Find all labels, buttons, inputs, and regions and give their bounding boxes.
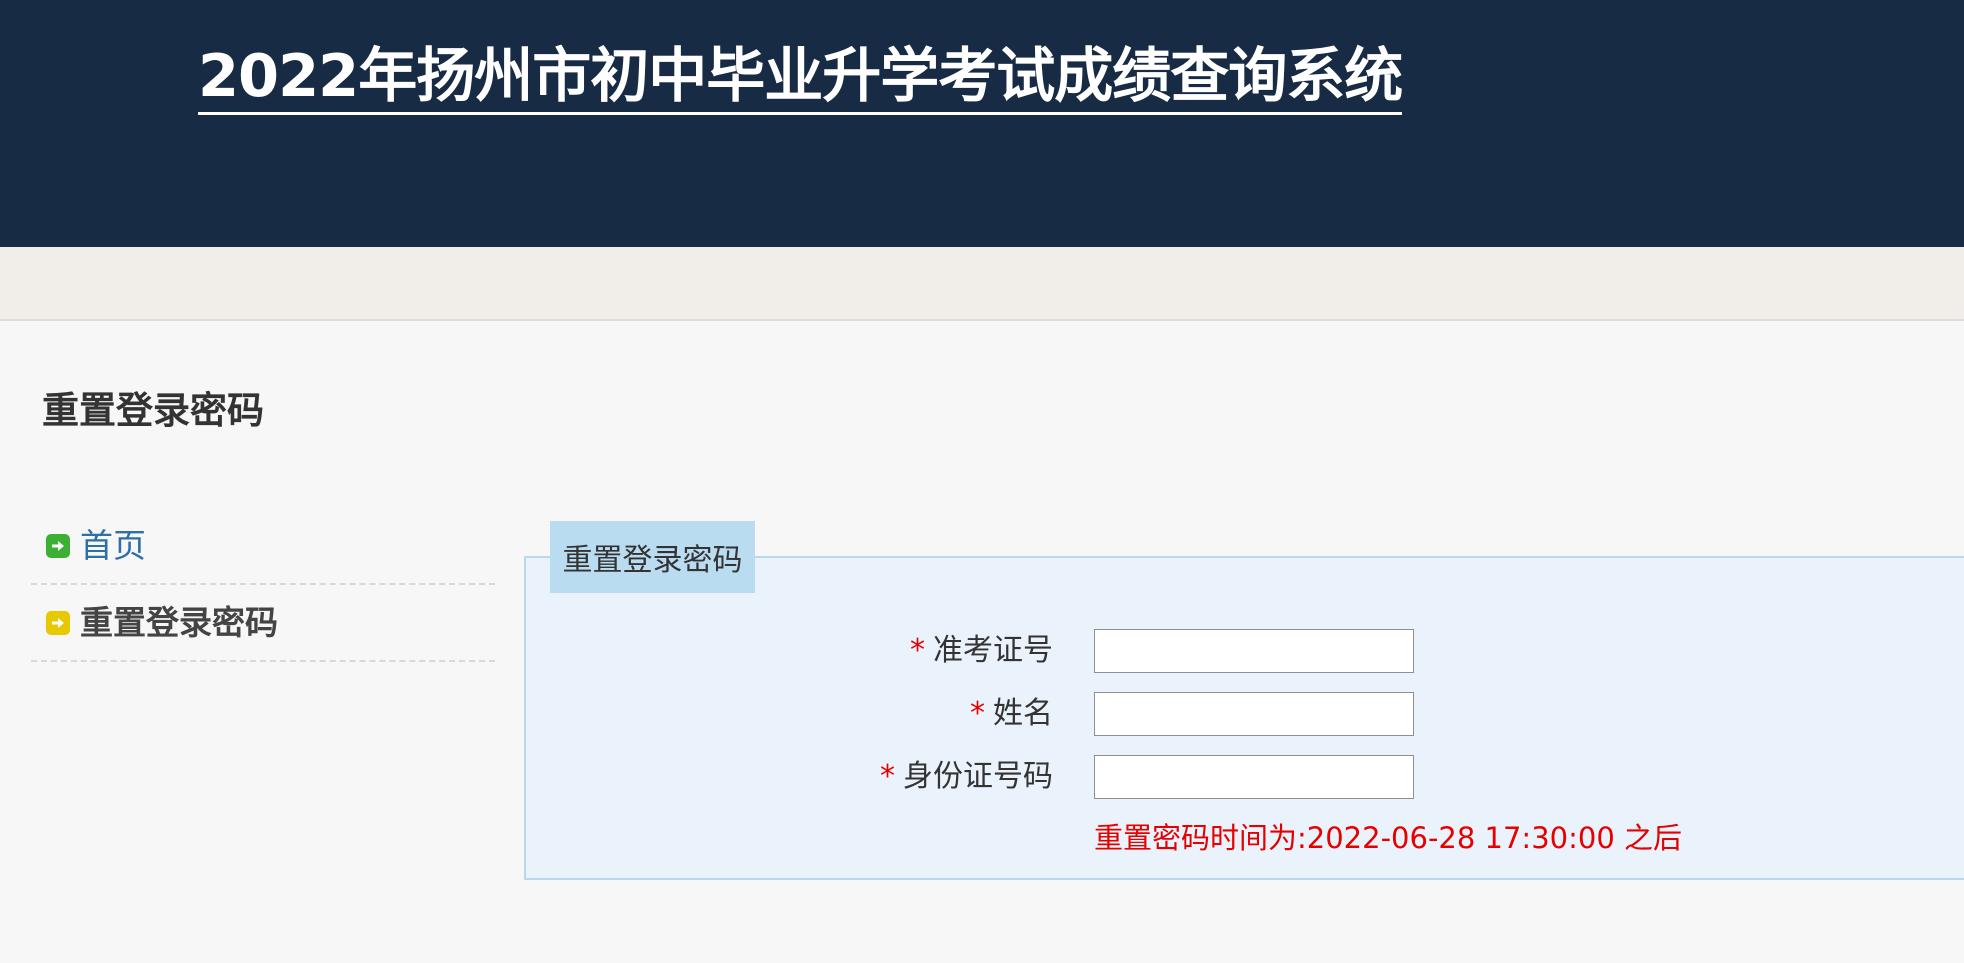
sub-navigation-bar [0,247,1964,321]
reset-time-notice: 重置密码时间为:2022-06-28 17:30:00 之后 [1094,821,1682,855]
id-number-label-text: 身份证号码 [903,759,1053,794]
site-header: 2022年扬州市初中毕业升学考试成绩查询系统 [0,0,1964,247]
exam-number-label-text: 准考证号 [933,633,1053,668]
sidebar-item-label[interactable]: 首页 [80,526,146,566]
sidebar-item-home[interactable]: 首页 [31,508,495,585]
exam-number-label: * 准考证号 [910,629,1053,673]
id-number-label: * 身份证号码 [880,755,1053,799]
name-label: * 姓名 [970,692,1053,736]
site-title[interactable]: 2022年扬州市初中毕业升学考试成绩查询系统 [198,40,1403,115]
form-row-id-number: * 身份证号码 [0,755,1964,799]
required-mark: * [970,696,985,731]
id-number-input[interactable] [1094,755,1414,799]
form-row-exam-number: * 准考证号 [0,629,1964,673]
name-label-text: 姓名 [993,696,1053,731]
page-title: 重置登录密码 [42,389,264,432]
required-mark: * [910,633,925,668]
required-mark: * [880,759,895,794]
exam-number-input[interactable] [1094,629,1414,673]
arrow-right-icon [46,533,70,558]
form-row-name: * 姓名 [0,692,1964,736]
name-input[interactable] [1094,692,1414,736]
form-panel-tab: 重置登录密码 [550,521,755,593]
